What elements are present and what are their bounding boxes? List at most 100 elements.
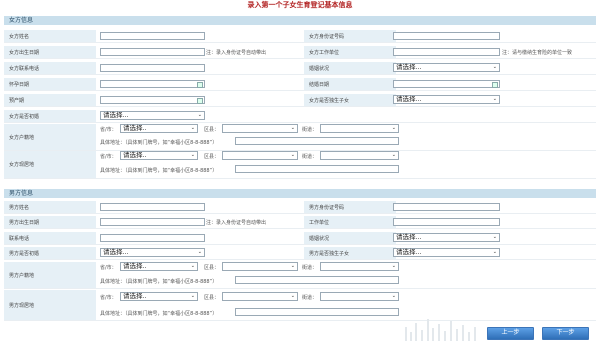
province-label: 省/市： <box>100 265 117 271</box>
female-row-name: 女方姓名 女方身份证号码 <box>4 30 596 43</box>
female-first-marriage-select[interactable]: 请选择... ⌄ <box>100 111 205 120</box>
female-hukou-district-select[interactable]: ⌄ <box>222 124 298 133</box>
female-phone-input[interactable] <box>100 64 205 72</box>
male-marital-label: 婚姻状况 <box>304 232 396 244</box>
select-value: 请选择... <box>103 111 129 119</box>
female-hukou-address-input[interactable] <box>235 137 399 145</box>
male-hukou-address-input[interactable] <box>235 276 399 284</box>
female-name-input[interactable] <box>100 32 205 40</box>
male-hukou-label: 男方户籍地 <box>4 262 96 288</box>
chevron-down-icon: ⌄ <box>492 96 497 102</box>
female-residence-district-select[interactable]: ⌄ <box>222 151 298 160</box>
female-residence-province-select[interactable]: 请选择.. ⌄ <box>120 151 198 160</box>
chevron-down-icon: ⌄ <box>190 152 195 158</box>
province-label: 省/市： <box>100 295 117 301</box>
address-label: 具体地址：（具体到门牌号，如“幸福小区8-8-888”） <box>100 168 218 174</box>
male-marital-select[interactable]: 请选择... ⌄ <box>393 233 500 242</box>
female-hukou-province-select[interactable]: 请选择.. ⌄ <box>120 124 198 133</box>
page-title: 录入第一个子女生育登记基本信息 <box>247 1 353 9</box>
female-only-child-select[interactable]: 请选择... ⌄ <box>393 95 500 104</box>
chevron-down-icon: ⌄ <box>190 263 195 269</box>
female-residence-address-input[interactable] <box>235 165 399 173</box>
male-birth-input[interactable] <box>100 218 205 226</box>
male-residence-district-select[interactable]: ⌄ <box>222 292 298 301</box>
male-row-name: 男方姓名 男方身份证号码 <box>4 201 596 214</box>
male-row-residence: 男方现居地 省/市： 请选择.. ⌄ 区县： ⌄ 街道： ⌄ 具体地址：（具体到… <box>4 290 596 321</box>
calendar-icon[interactable] <box>197 98 203 104</box>
male-residence-province-select[interactable]: 请选择.. ⌄ <box>120 292 198 301</box>
chevron-down-icon: ⌄ <box>197 249 202 255</box>
chevron-down-icon: ⌄ <box>391 152 396 158</box>
female-row-pregnancy: 怀孕日期 结婚日期 <box>4 78 596 91</box>
male-hukou-street-select[interactable]: ⌄ <box>320 262 399 271</box>
male-section-header: 男方信息 <box>4 189 596 198</box>
female-marital-label: 婚姻状况 <box>304 62 396 74</box>
chevron-down-icon: ⌄ <box>290 263 295 269</box>
calendar-icon[interactable] <box>492 82 498 88</box>
chevron-down-icon: ⌄ <box>197 112 202 118</box>
male-hukou-province-select[interactable]: 请选择.. ⌄ <box>120 262 198 271</box>
female-id-label: 女方身份证号码 <box>304 30 396 42</box>
address-label: 具体地址：（具体到门牌号，如“幸福小区8-8-888”） <box>100 140 218 146</box>
male-row-birth: 男方出生日期 注：录入身份证号自动带出 工作单位 <box>4 216 596 229</box>
address-label: 具体地址：（具体到门牌号，如“幸福小区8-8-888”） <box>100 279 218 285</box>
female-row-due: 预产期 女方是否独生子女 请选择... ⌄ <box>4 94 596 107</box>
female-marriage-date-label: 结婚日期 <box>304 78 396 90</box>
male-phone-input[interactable] <box>100 234 205 242</box>
select-value: 请选择.. <box>123 124 147 132</box>
male-first-marriage-select[interactable]: 请选择... ⌄ <box>100 248 205 257</box>
province-label: 省/市： <box>100 127 117 133</box>
chevron-down-icon: ⌄ <box>290 293 295 299</box>
street-label: 街道： <box>302 127 318 133</box>
chevron-down-icon: ⌄ <box>391 263 396 269</box>
next-step-button[interactable]: 下一步 <box>542 327 589 340</box>
male-residence-street-select[interactable]: ⌄ <box>320 292 399 301</box>
female-name-label: 女方姓名 <box>4 30 96 42</box>
chevron-down-icon: ⌄ <box>290 152 295 158</box>
female-row-first-marriage: 女方是否初婚 请选择... ⌄ <box>4 110 596 123</box>
female-hukou-street-select[interactable]: ⌄ <box>320 124 399 133</box>
male-hukou-district-select[interactable]: ⌄ <box>222 262 298 271</box>
male-id-label: 男方身份证号码 <box>304 201 396 213</box>
chevron-down-icon: ⌄ <box>290 125 295 131</box>
select-value: 请选择... <box>396 95 422 103</box>
male-row-phone: 联系电话 婚姻状况 请选择... ⌄ <box>4 232 596 245</box>
female-pregnancy-label: 怀孕日期 <box>4 78 96 90</box>
chevron-down-icon: ⌄ <box>391 125 396 131</box>
female-pregnancy-input[interactable] <box>100 80 205 88</box>
female-marital-select[interactable]: 请选择... ⌄ <box>393 63 500 72</box>
chevron-down-icon: ⌄ <box>492 249 497 255</box>
district-label: 区县： <box>204 154 220 160</box>
female-residence-street-select[interactable]: ⌄ <box>320 151 399 160</box>
male-only-child-select[interactable]: 请选择... ⌄ <box>393 248 500 257</box>
male-row-first-marriage: 男方是否初婚 请选择... ⌄ 男方是否独生子女 请选择... ⌄ <box>4 247 596 260</box>
female-work-note: 注：请与缴纳生育险的单位一致 <box>502 50 573 56</box>
female-row-residence: 女方现居地 省/市： 请选择.. ⌄ 区县： ⌄ 街道： ⌄ 具体地址：（具体到… <box>4 151 596 179</box>
female-id-input[interactable] <box>393 32 500 40</box>
prev-step-button[interactable]: 上一步 <box>487 327 534 340</box>
female-residence-label: 女方现居地 <box>4 151 96 178</box>
male-id-input[interactable] <box>393 203 500 211</box>
male-only-child-label: 男方是否独生子女 <box>304 247 396 259</box>
select-value: 请选择... <box>396 63 422 71</box>
chevron-down-icon: ⌄ <box>492 64 497 70</box>
calendar-icon[interactable] <box>197 82 203 88</box>
female-marriage-date-input[interactable] <box>393 80 500 88</box>
chevron-down-icon: ⌄ <box>492 234 497 240</box>
female-row-phone: 女方联系电话 婚姻状况 请选择... ⌄ <box>4 62 596 75</box>
male-residence-label: 男方现居地 <box>4 290 96 320</box>
female-due-input[interactable] <box>100 96 205 104</box>
female-work-input[interactable] <box>393 48 500 56</box>
female-hukou-label: 女方户籍地 <box>4 124 96 150</box>
female-birth-note: 注：录入身份证号自动带出 <box>206 50 267 56</box>
select-value: 请选择.. <box>123 262 147 270</box>
select-value: 请选择.. <box>123 292 147 300</box>
male-work-input[interactable] <box>393 218 500 226</box>
female-birth-input[interactable] <box>100 48 205 56</box>
select-value: 请选择... <box>396 233 422 241</box>
male-name-label: 男方姓名 <box>4 201 96 213</box>
male-name-input[interactable] <box>100 203 205 211</box>
male-residence-address-input[interactable] <box>235 308 399 316</box>
province-label: 省/市： <box>100 154 117 160</box>
female-first-marriage-label: 女方是否初婚 <box>4 110 96 122</box>
